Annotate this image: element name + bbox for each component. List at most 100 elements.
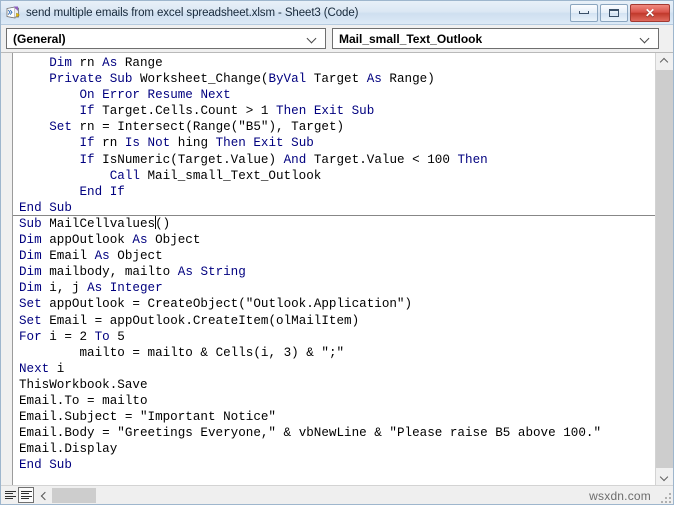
excel-worksheet-icon (5, 5, 21, 21)
code-keyword: As (177, 265, 193, 280)
code-line: mailto = mailto & Cells(i, 3) & ";" (79, 345, 345, 360)
code-line: Dim i, j As Integer (19, 281, 163, 296)
code-keyword: To (94, 329, 110, 344)
code-keyword: On (79, 88, 95, 103)
minimize-button[interactable] (570, 3, 598, 22)
title-bar: send multiple emails from excel spreadsh… (1, 1, 673, 25)
code-line: Dim Email As Object (19, 249, 163, 264)
code-keyword: Next (19, 361, 50, 376)
code-line: Email.Display (19, 442, 118, 457)
code-text-area[interactable]: Dim rn As Range Private Sub Worksheet_Ch… (13, 53, 655, 485)
object-dropdown[interactable]: (General) (6, 28, 326, 49)
code-line: If rn Is Not hing Then Exit Sub (79, 136, 314, 151)
chevron-left-icon (41, 492, 48, 499)
code-pane[interactable]: Dim rn As Range Private Sub Worksheet_Ch… (1, 53, 655, 485)
code-pane-status-bar: wsxdn.com (1, 485, 673, 504)
code-keyword: If (79, 104, 95, 119)
resize-grip[interactable] (659, 491, 671, 503)
code-line: Email.Body = "Greetings Everyone," & vbN… (19, 426, 602, 441)
code-line: Call Mail_small_Text_Outlook (109, 168, 322, 183)
code-keyword: Sub (291, 136, 314, 151)
code-keyword: Dim (19, 281, 42, 296)
code-keyword: Sub (19, 216, 42, 231)
procedure-dropdown-value: Mail_small_Text_Outlook (339, 31, 483, 46)
code-keyword: Sub (109, 72, 133, 87)
code-keyword: Then (215, 136, 246, 151)
code-keyword: Dim (19, 265, 42, 280)
procedure-dropdown[interactable]: Mail_small_Text_Outlook (332, 28, 659, 49)
code-keyword: Sub (351, 104, 375, 119)
code-line: If Target.Cells.Count > 1 Then Exit Sub (79, 104, 375, 119)
code-editor-region: Dim rn As Range Private Sub Worksheet_Ch… (1, 52, 673, 485)
procedure-view-icon (4, 490, 16, 500)
text-cursor (154, 215, 156, 229)
code-line: End Sub (13, 200, 655, 216)
code-keyword: Not (147, 136, 171, 151)
code-keyword: ByVal (268, 72, 307, 87)
code-line: Set rn = Intersect(Range("B5"), Target) (49, 120, 345, 135)
horizontal-scrollbar-track[interactable] (96, 487, 673, 503)
code-keyword: Dim (49, 56, 72, 70)
code-keyword: Integer (109, 281, 163, 296)
code-keyword: Sub (49, 458, 72, 473)
horizontal-scrollbar[interactable] (36, 486, 673, 504)
code-keyword: Then (457, 152, 488, 167)
code-keyword: As (366, 72, 382, 87)
code-line: Next i (19, 361, 65, 376)
code-line: Email.Subject = "Important Notice" (19, 410, 276, 425)
full-module-view-button[interactable] (18, 487, 34, 503)
code-margin-indicator-bar[interactable] (1, 53, 13, 485)
code-keyword: Exit (313, 104, 345, 119)
code-keyword: And (283, 152, 307, 167)
view-mode-buttons (1, 487, 34, 503)
full-module-view-icon (20, 490, 32, 500)
vertical-scrollbar[interactable] (655, 53, 673, 485)
code-pane-toolbar: (General) Mail_small_Text_Outlook (1, 25, 673, 52)
code-keyword: Set (49, 120, 72, 135)
code-keyword: Error (102, 88, 140, 103)
object-dropdown-value: (General) (13, 31, 66, 46)
code-line: ThisWorkbook.Save (19, 377, 148, 392)
code-keyword: Sub (49, 200, 72, 215)
chevron-down-icon (641, 34, 650, 43)
chevron-down-icon (308, 34, 317, 43)
chevron-up-icon (661, 58, 668, 65)
code-line: End Sub (13, 457, 655, 473)
code-line: If IsNumeric(Target.Value) And Target.Va… (79, 152, 488, 167)
code-keyword: Call (109, 168, 140, 183)
code-line: Sub MailCellvalues() (13, 214, 655, 232)
minimize-icon (579, 11, 589, 14)
window-title: send multiple emails from excel spreadsh… (26, 6, 359, 19)
code-keyword: If (109, 184, 125, 199)
horizontal-scrollbar-thumb[interactable] (52, 487, 96, 503)
code-keyword: Dim (19, 249, 42, 264)
code-line: Dim appOutlook As Object (19, 233, 201, 248)
code-keyword: As (94, 249, 110, 264)
scroll-left-button[interactable] (36, 486, 52, 504)
code-keyword: As (102, 56, 118, 70)
code-keyword: Dim (19, 233, 42, 248)
code-line: On Error Resume Next (13, 87, 655, 103)
code-keyword: End (19, 458, 42, 473)
code-keyword: If (79, 152, 95, 167)
code-line: Set Email = appOutlook.CreateItem(olMail… (19, 313, 360, 328)
code-keyword: Is (124, 136, 140, 151)
procedure-view-button[interactable] (2, 487, 18, 503)
code-keyword: Set (19, 297, 42, 312)
code-line: Dim mailbody, mailto As String (19, 265, 246, 280)
code-keyword: If (79, 136, 95, 151)
code-keyword: Next (200, 88, 231, 103)
code-line: Email.To = mailto (19, 393, 148, 408)
code-keyword: End (79, 184, 103, 199)
code-keyword: Private (49, 72, 103, 87)
restore-button[interactable] (600, 3, 628, 22)
close-button[interactable]: ✕ (630, 3, 670, 22)
code-line: Set appOutlook = CreateObject("Outlook.A… (19, 297, 413, 312)
chevron-down-icon (661, 473, 668, 480)
vba-code-window: send multiple emails from excel spreadsh… (0, 0, 674, 505)
scroll-down-button[interactable] (656, 468, 673, 485)
scroll-up-button[interactable] (656, 53, 673, 70)
code-keyword: As (87, 281, 103, 296)
vertical-scrollbar-thumb[interactable] (656, 70, 673, 468)
restore-icon (609, 8, 619, 17)
